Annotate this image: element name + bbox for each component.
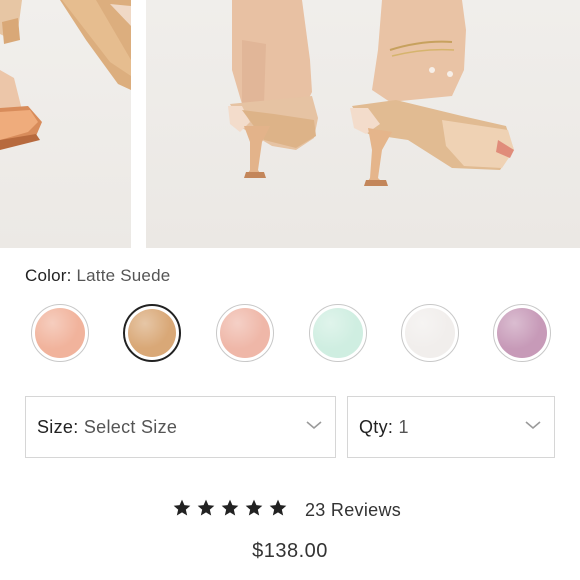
product-image-strip <box>0 0 580 248</box>
swatch-latte-suede[interactable] <box>123 304 181 362</box>
swatch-lilac-fill <box>497 308 547 358</box>
swatch-lilac[interactable] <box>493 304 551 362</box>
color-selection-label: Color: Latte Suede <box>25 266 170 286</box>
product-image-right[interactable] <box>146 0 580 248</box>
swatch-mint[interactable] <box>309 304 367 362</box>
color-label: Color: <box>25 266 72 285</box>
swatch-peach-fill <box>35 308 85 358</box>
product-image-left[interactable] <box>0 0 131 248</box>
size-select-text: Size: Select Size <box>37 417 177 438</box>
swatch-white-fill <box>405 308 455 358</box>
shoe-photo-right <box>228 0 514 186</box>
swatch-white[interactable] <box>401 304 459 362</box>
chevron-down-icon <box>306 421 322 430</box>
chevron-down-icon <box>525 421 541 430</box>
star-icon <box>197 499 215 516</box>
size-label: Size: <box>37 417 79 437</box>
size-select[interactable]: Size: Select Size <box>25 396 336 458</box>
quantity-select[interactable]: Qty: 1 <box>347 396 555 458</box>
star-icon <box>221 499 239 516</box>
star-icon <box>173 499 191 516</box>
color-swatch-list <box>0 304 580 366</box>
color-value: Latte Suede <box>76 266 171 285</box>
star-icon <box>269 499 287 516</box>
product-price: $138.00 <box>252 540 328 562</box>
swatch-latte-suede-fill <box>128 309 176 357</box>
swatch-blush-fill <box>220 308 270 358</box>
rating-summary: 23 Reviews <box>0 498 580 526</box>
reviews-link[interactable]: 23 Reviews <box>305 500 401 521</box>
image-gap <box>131 0 146 248</box>
shoe-photo-left <box>0 0 131 150</box>
swatch-peach[interactable] <box>31 304 89 362</box>
qty-label: Qty: <box>359 417 394 437</box>
qty-select-text: Qty: 1 <box>359 417 409 438</box>
qty-value: 1 <box>398 417 409 437</box>
size-value: Select Size <box>83 417 178 437</box>
swatch-mint-fill <box>313 308 363 358</box>
star-icon <box>245 499 263 516</box>
swatch-blush[interactable] <box>216 304 274 362</box>
star-rating[interactable] <box>172 498 288 518</box>
